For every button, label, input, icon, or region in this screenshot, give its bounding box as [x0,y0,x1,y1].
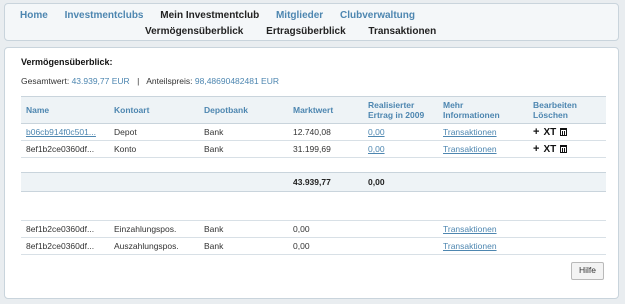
asset-name-cell: 8ef1b2ce0360df... [21,237,109,255]
secondary-nav: Vermögensüberblick Ertragsüberblick Tran… [145,26,456,37]
kontoart-cell: Einzahlungspos. [109,220,199,238]
subnav-ertragsueberblick[interactable]: Ertragsüberblick [266,26,345,37]
col-header-ertrag-line2: Ertrag in 2009 [368,110,425,120]
col-header-marktwert: Marktwert [288,96,363,124]
depotbank-cell: Bank [199,123,288,141]
col-header-info: Mehr Informationen [438,96,528,124]
table-row: 8ef1b2ce0360df... Einzahlungspos. Bank 0… [21,220,606,238]
kontoart-cell: Konto [109,140,199,158]
asset-name-cell: 8ef1b2ce0360df... [21,140,109,158]
table-row: 8ef1b2ce0360df... Konto Bank 31.199,69 0… [21,140,606,158]
col-header-depotbank: Depotbank [199,96,288,124]
asset-name-link[interactable]: b06cb914f0c501... [26,127,96,137]
marktwert-cell: 12.740,08 [288,123,363,141]
nav-mein-investmentclub[interactable]: Mein Investmentclub [160,10,259,21]
col-header-edit: Bearbeiten [533,100,577,110]
col-header-ertrag-line1: Realisierter [368,100,415,110]
col-header-delete: Löschen [533,110,568,120]
col-header-actions: Bearbeiten Löschen [528,96,606,124]
share-price-label: Anteilspreis: [146,76,193,86]
spacer-row [21,192,606,207]
col-header-name: Name [21,96,109,124]
table-row: 8ef1b2ce0360df... Auszahlungspos. Bank 0… [21,237,606,255]
transaktionen-link[interactable]: Transaktionen [443,127,497,137]
row-actions: + XT [528,140,606,158]
share-price-value: 98,48690482481 EUR [194,76,279,86]
marktwert-cell: 31.199,69 [288,140,363,158]
total-ertrag: 0,00 [363,172,438,192]
col-header-kontoart: Kontoart [109,96,199,124]
kontoart-cell: Depot [109,123,199,141]
transaktionen-link[interactable]: Transaktionen [443,224,497,234]
subnav-vermoegensueberblick[interactable]: Vermögensüberblick [145,26,243,37]
total-marktwert: 43.939,77 [288,172,363,192]
primary-nav: Home Investmentclubs Mein Investmentclub… [20,10,429,21]
page-title: Vermögensüberblick: [21,57,113,67]
col-header-ertrag: Realisierter Ertrag in 2009 [363,96,438,124]
table-row: b06cb914f0c501... Depot Bank 12.740,08 0… [21,123,606,141]
rename-icon[interactable]: XT [543,144,556,155]
depotbank-cell: Bank [199,140,288,158]
total-value: 43.939,77 EUR [71,76,130,86]
ertrag-link[interactable]: 0,00 [368,127,385,137]
content-panel: Vermögensüberblick: Gesamtwert: 43.939,7… [4,47,619,299]
nav-mitglieder[interactable]: Mitglieder [276,10,323,21]
assets-table: Name Kontoart Depotbank Marktwert Realis… [21,96,606,255]
summary-separator: | [137,76,140,86]
nav-home[interactable]: Home [20,10,48,21]
total-row: 43.939,77 0,00 [21,172,606,192]
nav-investmentclubs[interactable]: Investmentclubs [65,10,144,21]
row-actions: + XT [528,123,606,141]
nav-clubverwaltung[interactable]: Clubverwaltung [340,10,415,21]
separator-row [21,206,606,221]
table-header-row: Name Kontoart Depotbank Marktwert Realis… [21,96,606,124]
transaktionen-link[interactable]: Transaktionen [443,241,497,251]
subnav-transaktionen[interactable]: Transaktionen [368,26,436,37]
marktwert-cell: 0,00 [288,220,363,238]
col-header-info-line1: Mehr [443,100,464,110]
ertrag-link[interactable]: 0,00 [368,144,385,154]
portfolio-summary: Gesamtwert: 43.939,77 EUR | Anteilspreis… [21,76,279,86]
trash-icon[interactable] [560,127,568,136]
help-button[interactable]: Hilfe [571,262,604,280]
marktwert-cell: 0,00 [288,237,363,255]
col-header-info-line2: Informationen [443,110,500,120]
add-icon[interactable]: + [533,126,539,137]
depotbank-cell: Bank [199,220,288,238]
asset-name-cell: 8ef1b2ce0360df... [21,220,109,238]
rename-icon[interactable]: XT [543,127,556,138]
top-navigation: Home Investmentclubs Mein Investmentclub… [4,3,619,41]
transaktionen-link[interactable]: Transaktionen [443,144,497,154]
add-icon[interactable]: + [533,143,539,154]
kontoart-cell: Auszahlungspos. [109,237,199,255]
trash-icon[interactable] [560,144,568,153]
total-value-label: Gesamtwert: [21,76,70,86]
spacer-row [21,158,606,173]
depotbank-cell: Bank [199,237,288,255]
